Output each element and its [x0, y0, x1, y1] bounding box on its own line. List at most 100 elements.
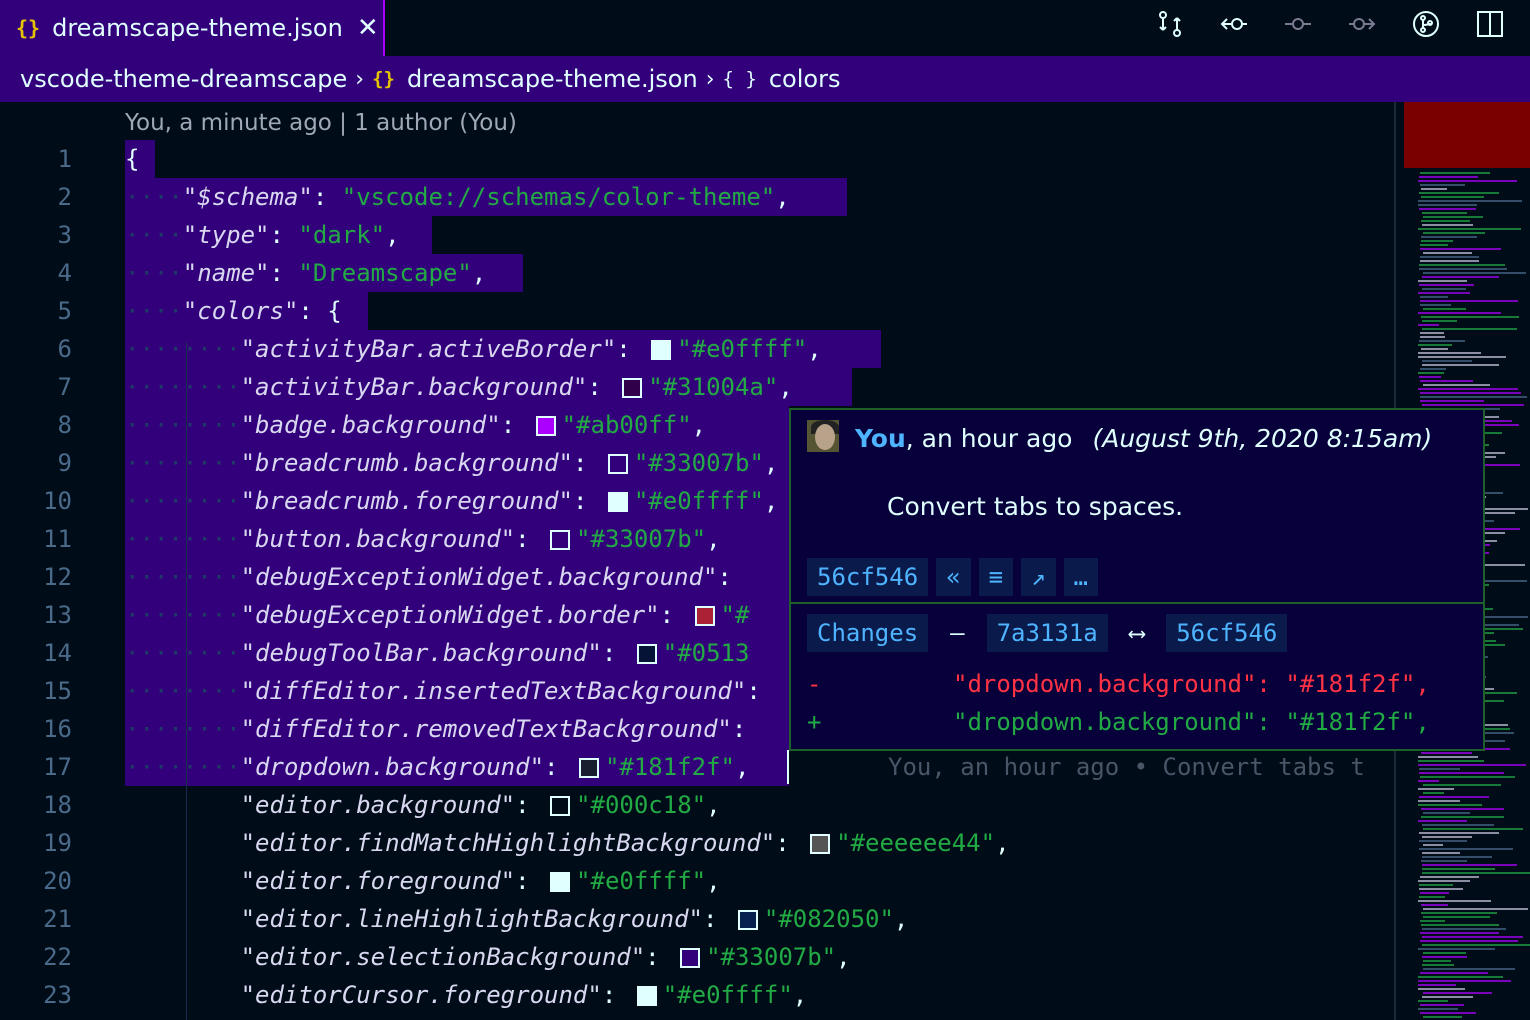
color-swatch[interactable]: [578, 758, 599, 778]
blame-hover: You, an hour ago (August 9th, 2020 8:15am…: [789, 408, 1485, 751]
to-sha-link[interactable]: 56cf546: [1166, 614, 1288, 652]
minimap-line: [1418, 344, 1452, 346]
color-swatch[interactable]: [680, 948, 701, 968]
minimap-line: [1418, 356, 1506, 358]
color-swatch[interactable]: [636, 986, 657, 1006]
minimap-line: [1420, 244, 1448, 246]
json-value: "#e0ffff": [677, 335, 808, 363]
minimap-viewport-slider[interactable]: [1404, 102, 1530, 168]
minimap-line: [1423, 828, 1523, 830]
minimap-line: [1420, 972, 1488, 974]
line-number: 4: [57, 259, 72, 287]
codelens-blame[interactable]: You, a minute ago | 1 author (You): [125, 110, 517, 136]
json-key: "editor.background": [240, 791, 516, 819]
line-number: 22: [43, 943, 72, 971]
changes-link[interactable]: Changes: [807, 614, 929, 652]
code-line[interactable]: 7 ········"activityBar.background": "#310…: [0, 368, 1396, 406]
json-key: "editorCursor.foreground": [240, 981, 602, 1009]
tab-label: dreamscape-theme.json: [52, 14, 343, 42]
code-line[interactable]: 18 "editor.background": "#000c18",: [0, 786, 1396, 824]
code-line[interactable]: 23 "editorCursor.foreground": "#e0ffff",: [0, 976, 1396, 1014]
minimap-line: [1419, 376, 1441, 378]
color-swatch[interactable]: [550, 796, 571, 816]
json-value: "#000c18": [576, 791, 707, 819]
minimap-line: [1420, 184, 1465, 186]
json-key: "name": [182, 259, 270, 287]
breadcrumb-file[interactable]: dreamscape-theme.json: [407, 65, 698, 93]
code-line[interactable]: 4 ····"name": "Dreamscape",: [0, 254, 1396, 292]
minimap-line: [1421, 348, 1448, 350]
code-line[interactable]: 5 ····"colors": {: [0, 292, 1396, 330]
code-line[interactable]: 20 "editor.foreground": "#e0ffff",: [0, 862, 1396, 900]
code-line[interactable]: 6 ········"activityBar.activeBorder": "#e…: [0, 330, 1396, 368]
minimap-line: [1419, 268, 1507, 270]
color-swatch[interactable]: [810, 834, 831, 854]
code-line[interactable]: 19 "editor.findMatchHighlightBackground"…: [0, 824, 1396, 862]
color-swatch[interactable]: [550, 872, 571, 892]
json-key: "button.background": [240, 525, 516, 553]
minimap-line: [1418, 804, 1482, 806]
color-swatch[interactable]: [550, 530, 571, 550]
code-line[interactable]: 21 "editor.lineHighlightBackground": "#0…: [0, 900, 1396, 938]
json-value: {: [327, 297, 342, 325]
line-number: 5: [57, 297, 72, 325]
minimap-line: [1423, 272, 1526, 274]
json-key: "$schema": [182, 183, 313, 211]
blame-icon[interactable]: [1278, 6, 1318, 42]
from-sha-link[interactable]: 7a3131a: [986, 614, 1108, 652]
color-swatch[interactable]: [535, 416, 556, 436]
dash-separator: —: [950, 619, 965, 647]
next-change-icon[interactable]: [1342, 6, 1382, 42]
minimap-line: [1421, 752, 1472, 754]
split-editor-icon[interactable]: [1470, 6, 1510, 42]
more-actions-icon[interactable]: …: [1063, 558, 1098, 596]
line-number: 6: [57, 335, 72, 363]
minimap-line: [1420, 256, 1479, 258]
minimap-line: [1418, 228, 1521, 230]
color-swatch[interactable]: [694, 606, 715, 626]
json-key: "badge.background": [240, 411, 501, 439]
line-code: ····"type": "dark",: [125, 221, 400, 249]
code-line[interactable]: 22 "editor.selectionBackground": "#33007…: [0, 938, 1396, 976]
minimap-line: [1419, 772, 1504, 774]
git-graph-icon[interactable]: [1406, 6, 1446, 42]
open-changes-icon[interactable]: «: [936, 558, 971, 596]
code-line[interactable]: 3 ····"type": "dark",: [0, 216, 1396, 254]
line-code: ····"$schema": "vscode://schemas/color-t…: [125, 183, 790, 211]
line-code: ····"colors": {: [125, 297, 342, 325]
line-number: 10: [43, 487, 72, 515]
code-line[interactable]: 1{: [0, 140, 1396, 178]
minimap-line: [1422, 944, 1530, 946]
color-swatch[interactable]: [622, 378, 643, 398]
open-on-remote-icon[interactable]: ↗: [1021, 558, 1056, 596]
minimap-line: [1422, 836, 1472, 838]
close-icon[interactable]: ✕: [357, 13, 379, 43]
json-key: "breadcrumb.background": [240, 449, 573, 477]
color-swatch[interactable]: [607, 492, 628, 512]
minimap-line: [1420, 1004, 1464, 1006]
json-key: "editor.findMatchHighlightBackground": [240, 829, 776, 857]
code-line[interactable]: 2 ····"$schema": "vscode://schemas/color-…: [0, 178, 1396, 216]
breadcrumb-folder[interactable]: vscode-theme-dreamscape: [20, 65, 347, 93]
hover-relative-time: , an hour ago: [905, 424, 1073, 453]
minimap-line: [1420, 920, 1445, 922]
color-swatch[interactable]: [607, 454, 628, 474]
tab-dreamscape-theme-json[interactable]: {} dreamscape-theme.json ✕: [0, 0, 385, 56]
json-value: "#31004a": [648, 373, 779, 401]
line-number: 8: [57, 411, 72, 439]
previous-change-icon[interactable]: [1214, 6, 1254, 42]
color-swatch[interactable]: [636, 644, 657, 664]
blame-previous-icon[interactable]: ≡: [978, 558, 1014, 596]
source-control-compare-icon[interactable]: [1150, 6, 1190, 42]
commit-sha-link[interactable]: 56cf546: [807, 558, 929, 596]
minimap-line: [1418, 820, 1467, 822]
json-key: "type": [182, 221, 270, 249]
code-line[interactable]: 17 ········"dropdown.background": "#181f2…: [0, 748, 1396, 786]
minimap-line: [1419, 768, 1460, 770]
minimap-line: [1422, 868, 1495, 870]
color-swatch[interactable]: [651, 340, 672, 360]
breadcrumb-symbol[interactable]: colors: [769, 65, 841, 93]
color-swatch[interactable]: [737, 910, 758, 930]
json-key: "editor.foreground": [240, 867, 516, 895]
hover-actions: 56cf546 « ≡ ↗ …: [807, 558, 1098, 596]
